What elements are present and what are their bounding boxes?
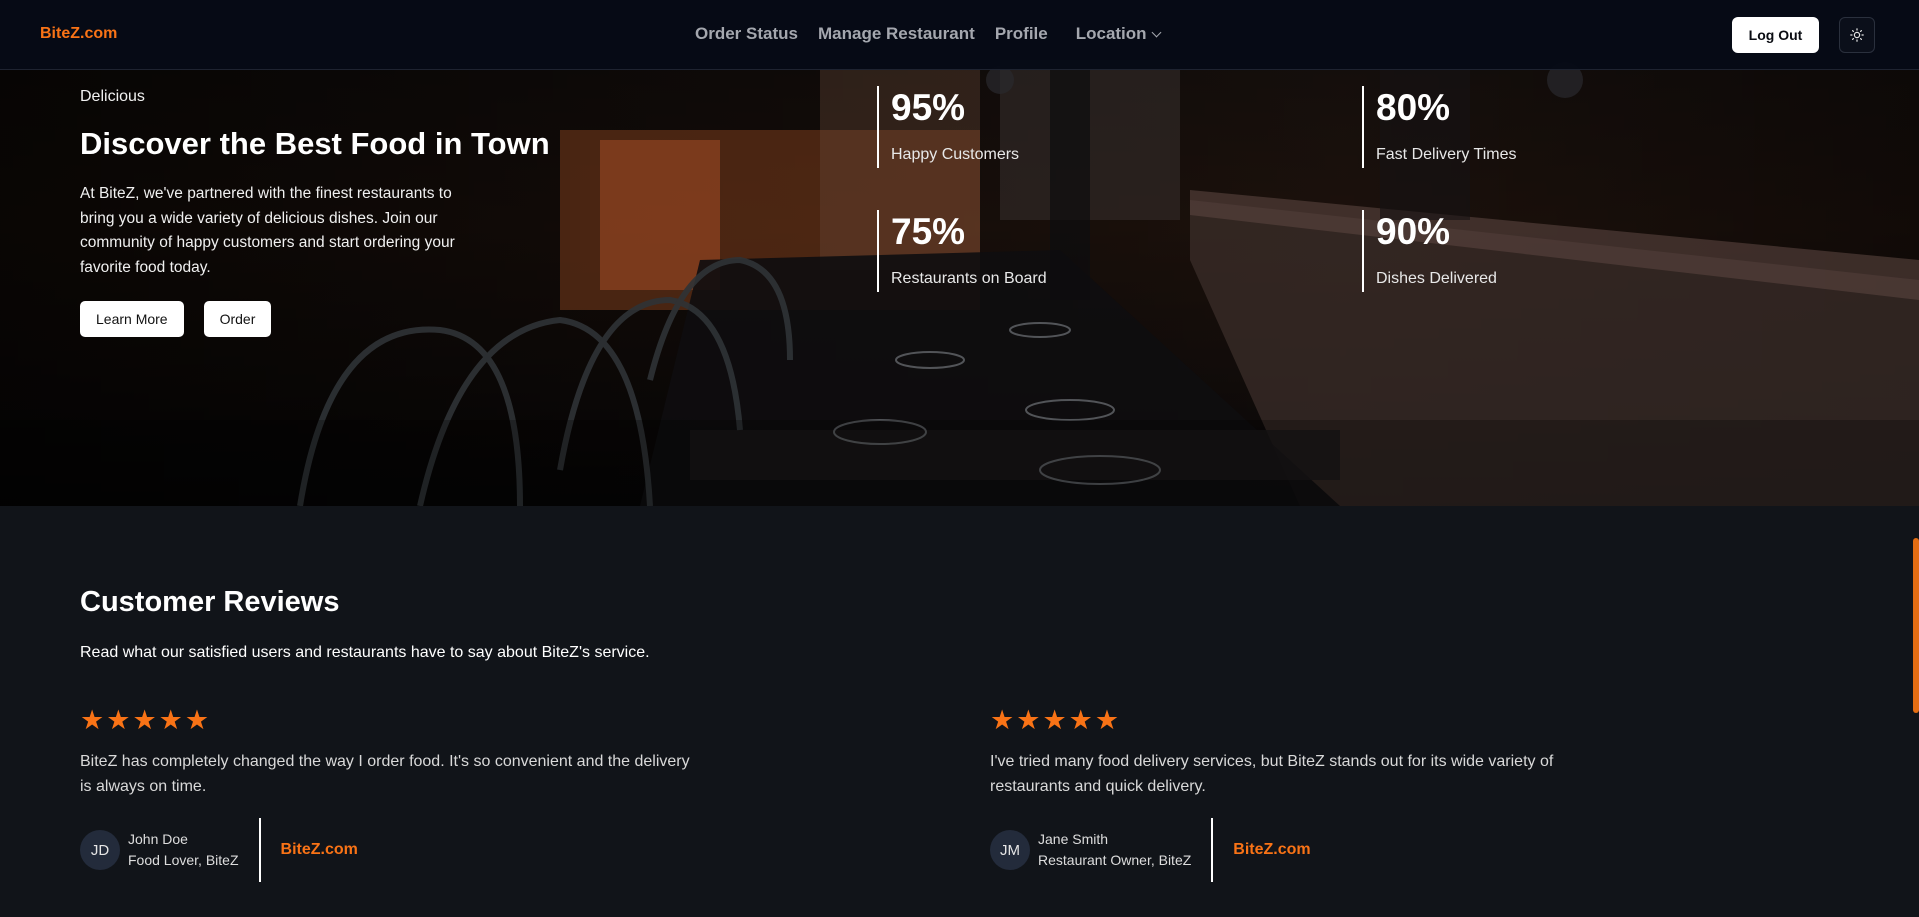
brand-logo-link[interactable]: BiteZ.com xyxy=(40,25,117,43)
hero-description: At BiteZ, we've partnered with the fines… xyxy=(80,185,455,276)
review-brand-logo: BiteZ.com xyxy=(1233,841,1311,858)
star-icon: ★ xyxy=(158,705,183,735)
star-rating: ★ ★ ★ ★ ★ xyxy=(990,706,1610,734)
hero-intro: Delicious Discover the Best Food in Town… xyxy=(80,88,560,337)
stat-value: 75% xyxy=(891,211,966,252)
stat-value: 80% xyxy=(1376,87,1451,128)
stat-label: Restaurants on Board xyxy=(891,270,1047,287)
order-button[interactable]: Order xyxy=(203,301,272,337)
review-brand-logo: BiteZ.com xyxy=(280,841,358,858)
chevron-down-icon xyxy=(1151,27,1162,37)
star-icon: ★ xyxy=(184,705,210,735)
stat-label: Fast Delivery Times xyxy=(1376,146,1517,163)
stat-happy-customers: 95% Happy Customers xyxy=(877,86,1019,168)
author-role: Food Lover, BiteZ xyxy=(128,852,239,868)
divider xyxy=(1211,818,1214,882)
author-name: Jane Smith xyxy=(1038,831,1109,847)
stat-value: 95% xyxy=(891,87,966,128)
nav-order-status[interactable]: Order Status xyxy=(695,24,798,44)
reviews-title: Customer Reviews xyxy=(80,586,340,618)
stat-label: Happy Customers xyxy=(891,146,1020,163)
author-info: Jane Smith Restaurant Owner, BiteZ xyxy=(1038,829,1191,871)
top-navbar: BiteZ.com Order Status Manage Restaurant… xyxy=(0,0,1919,70)
hero-eyebrow: Delicious xyxy=(80,88,145,105)
divider xyxy=(258,818,261,882)
author-name: John Doe xyxy=(128,831,188,847)
author-role: Restaurant Owner, BiteZ xyxy=(1038,852,1192,868)
nav-manage-restaurant[interactable]: Manage Restaurant xyxy=(818,24,975,44)
nav-links: Order Status Manage Restaurant Profile L… xyxy=(695,24,1162,44)
logout-button[interactable]: Log Out xyxy=(1732,17,1819,53)
stat-value: 90% xyxy=(1376,211,1451,252)
sun-icon xyxy=(1850,28,1864,42)
review-text: BiteZ has completely changed the way I o… xyxy=(80,753,690,795)
stat-restaurants: 75% Restaurants on Board xyxy=(877,210,1047,292)
star-icon: ★ xyxy=(990,705,1015,735)
stat-label: Dishes Delivered xyxy=(1376,270,1497,287)
star-icon: ★ xyxy=(106,705,131,735)
nav-profile[interactable]: Profile xyxy=(995,24,1048,44)
hero-title: Discover the Best Food in Town xyxy=(80,126,550,161)
star-icon: ★ xyxy=(80,705,105,735)
customer-reviews-section: Customer Reviews Read what our satisfied… xyxy=(0,506,1919,917)
review-author: JD John Doe Food Lover, BiteZ BiteZ.com xyxy=(80,818,358,882)
stat-fast-delivery: 80% Fast Delivery Times xyxy=(1362,86,1516,168)
review-card: ★ ★ ★ ★ ★ BiteZ has completely changed t… xyxy=(80,706,700,882)
avatar: JM xyxy=(990,830,1030,870)
star-icon: ★ xyxy=(1042,705,1067,735)
star-icon: ★ xyxy=(1068,705,1093,735)
theme-toggle-button[interactable] xyxy=(1839,17,1875,53)
star-icon: ★ xyxy=(132,705,157,735)
stat-dishes-delivered: 90% Dishes Delivered xyxy=(1362,210,1497,292)
learn-more-button[interactable]: Learn More xyxy=(80,301,184,337)
star-rating: ★ ★ ★ ★ ★ xyxy=(80,706,700,734)
location-label: Location xyxy=(1075,24,1147,43)
star-icon: ★ xyxy=(1016,705,1041,735)
author-info: John Doe Food Lover, BiteZ xyxy=(128,829,239,871)
location-dropdown[interactable]: Location xyxy=(1075,24,1162,44)
hero-actions: Learn More Order xyxy=(80,301,560,337)
hero-section: Delicious Discover the Best Food in Town… xyxy=(0,0,1919,506)
avatar: JD xyxy=(80,830,120,870)
review-text: I've tried many food delivery services, … xyxy=(990,753,1554,795)
reviews-subtitle: Read what our satisfied users and restau… xyxy=(80,644,650,661)
page-scrollbar-thumb[interactable] xyxy=(1913,538,1919,713)
review-card: ★ ★ ★ ★ ★ I've tried many food delivery … xyxy=(990,706,1610,882)
review-author: JM Jane Smith Restaurant Owner, BiteZ Bi… xyxy=(990,818,1311,882)
star-icon: ★ xyxy=(1094,705,1120,735)
